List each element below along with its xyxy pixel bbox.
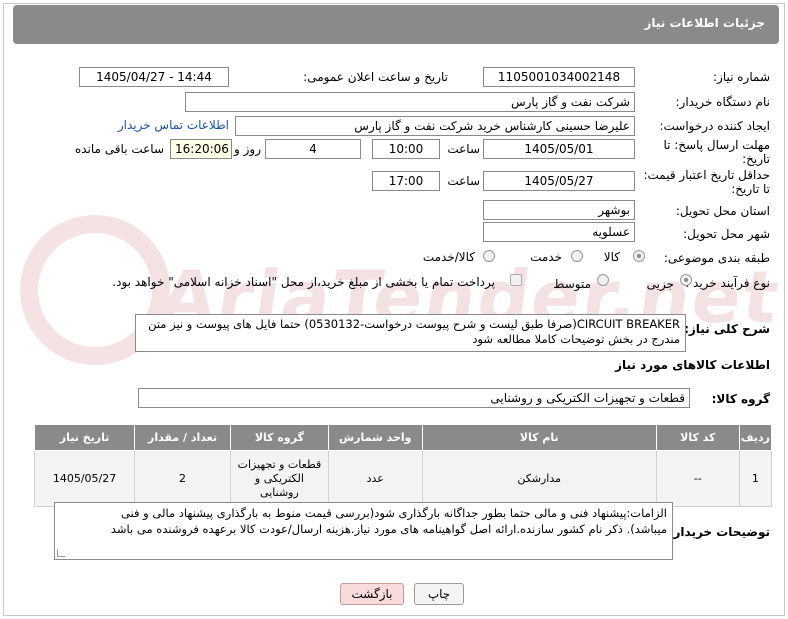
buyer-notes-line-2: میباشد). ذکر نام کشور سازنده.ارائه اصل گ… [110,522,667,536]
category-radio-service[interactable] [571,250,583,262]
reply-deadline-label-1: مهلت ارسال پاسخ: تا [663,138,770,152]
description-label: شرح کلی نیاز: [684,322,770,336]
cell-name: مدارشکن [421,450,657,507]
buyer-org-field[interactable]: شرکت نفت و گاز پارس [185,92,635,112]
resize-handle-icon[interactable] [57,549,65,557]
city-field[interactable]: عسلویه [483,222,635,242]
need-number-field[interactable]: 1105001034002148 [483,67,635,87]
page-title: جزئیات اطلاعات نیاز [644,16,765,30]
cell-qty: 2 [134,450,231,507]
goods-info-title: اطلاعات کالاهای مورد نیاز [615,358,770,372]
treasury-payment-checkbox[interactable] [510,274,522,286]
remaining-days-field: 4 [265,139,361,159]
buyer-notes-line-1: الزامات:پیشنهاد فنی و مالی حتما بطور جدا… [120,506,667,520]
items-table-header: ردیف کد کالا نام کالا واحد شمارش گروه کا… [33,424,773,451]
cell-unit: عدد [327,450,423,507]
col-row: ردیف [738,424,773,451]
remaining-time-label: ساعت باقی مانده [74,142,164,156]
purchase-type-radio-medium[interactable] [597,274,609,286]
requester-field[interactable]: علیرضا حسینی کارشناس خرید شرکت نفت و گاز… [235,116,635,136]
category-option-goods: کالا [603,250,620,264]
price-validity-time-field[interactable]: 17:00 [372,171,440,191]
city-label: شهر محل تحویل: [683,227,770,241]
province-label: استان محل تحویل: [675,204,770,218]
price-validity-time-label: ساعت [447,174,480,188]
requester-label: ایجاد کننده درخواست: [659,119,770,133]
announce-datetime-label: تاریخ و ساعت اعلان عمومی: [303,70,448,84]
items-table: ردیف کد کالا نام کالا واحد شمارش گروه کا… [33,424,773,507]
print-button[interactable]: چاپ [414,583,464,605]
category-radio-goods-service[interactable] [483,250,495,262]
price-validity-label-2: تا تاریخ: [731,182,770,196]
cell-date: 1405/05/27 [33,450,136,507]
col-group: گروه کالا [229,424,329,451]
category-option-service: خدمت [530,250,562,264]
announce-datetime-field[interactable]: 1405/04/27 - 14:44 [79,67,229,87]
reply-deadline-time-field[interactable]: 10:00 [372,139,440,159]
reply-deadline-label-2: تاریخ: [742,152,770,166]
purchase-type-radio-minor[interactable] [680,274,692,286]
buyer-notes-label: توضیحات خریدار: [668,525,770,539]
buyer-org-label: نام دستگاه خریدار: [675,95,771,109]
price-validity-date-field[interactable]: 1405/05/27 [483,171,635,191]
col-code: کد کالا [655,424,740,451]
category-option-goods-service: کالا/خدمت [422,250,475,264]
table-row[interactable]: 1 -- مدارشکن عدد قطعات و تجهیزات الکتریک… [33,450,773,507]
col-date: تاریخ نیاز [33,424,136,451]
purchase-type-option-minor: جزیی [646,277,674,291]
header-bar: جزئیات اطلاعات نیاز [13,5,779,44]
goods-group-field[interactable]: قطعات و تجهیزات الکتریکی و روشنایی [138,388,690,408]
back-button[interactable]: بازگشت [340,583,404,605]
cell-group: قطعات و تجهیزات الکتریکی و روشنایی [229,450,329,507]
purchase-type-option-medium: متوسط [553,277,591,291]
purchase-type-label: نوع فرآیند خرید : [685,276,770,290]
price-validity-label-1: حداقل تاریخ اعتبار قیمت: [643,168,770,182]
cell-code: -- [655,450,740,507]
col-name: نام کالا [421,424,657,451]
category-radio-goods[interactable] [633,250,645,262]
province-field[interactable]: بوشهر [483,200,635,220]
col-qty: تعداد / مقدار [134,424,231,451]
need-number-label: شماره نیاز: [713,70,770,84]
buyer-notes-textarea[interactable]: الزامات:پیشنهاد فنی و مالی حتما بطور جدا… [54,502,673,560]
col-unit: واحد شمارش [327,424,423,451]
category-label: طبقه بندی موضوعی: [663,251,770,265]
description-line-1: CIRCUIT BREAKER(صرفا طبق لیست و شرح پیوس… [148,317,680,331]
cell-row: 1 [738,450,773,507]
description-textarea[interactable]: CIRCUIT BREAKER(صرفا طبق لیست و شرح پیوس… [135,314,686,352]
treasury-payment-note: پرداخت تمام یا بخشی از مبلغ خرید،از محل … [112,275,495,289]
reply-deadline-date-field[interactable]: 1405/05/01 [483,139,635,159]
buyer-contact-link[interactable]: اطلاعات تماس خریدار [118,118,229,132]
description-line-2: مندرج در بخش توضیحات کاملا مطالعه شود [472,332,680,346]
remaining-time-field: 16:20:06 [170,139,232,159]
remaining-days-label: روز و [234,142,261,156]
reply-deadline-time-label: ساعت [447,142,480,156]
goods-group-label: گروه کالا: [711,392,770,406]
